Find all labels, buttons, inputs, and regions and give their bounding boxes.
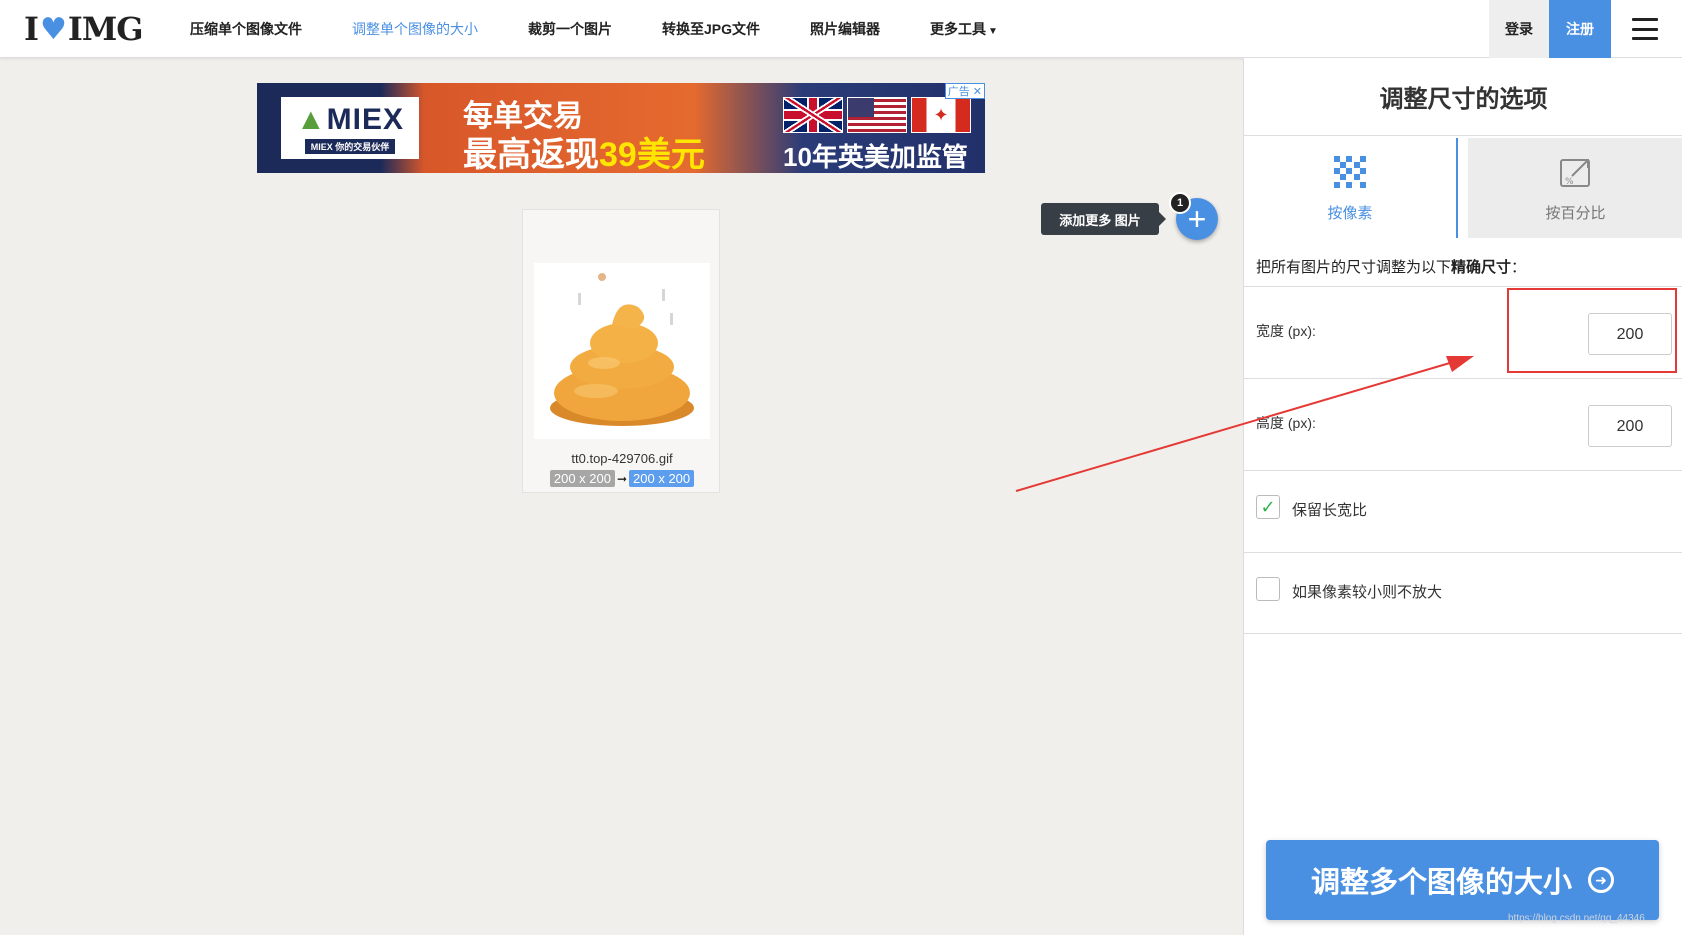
ad-headline-2-prefix: 最高返现: [463, 136, 599, 173]
caret-down-icon: ▼: [988, 26, 998, 37]
ad-brand-sub: MIEX 你的交易伙伴: [304, 138, 396, 154]
width-label: 宽度 (px):: [1256, 323, 1316, 339]
logo-text-i: I: [24, 10, 39, 48]
resize-instruction: 把所有图片的尺寸调整为以下精确尺寸：: [1256, 256, 1526, 277]
ad-brand-logo: ▲MIEX MIEX 你的交易伙伴: [281, 97, 419, 159]
ad-brand-name: MIEX: [326, 102, 405, 136]
resize-images-button[interactable]: 调整多个图像的大小 ➜: [1266, 840, 1659, 920]
instruction-prefix: 把所有图片的尺寸调整为以下: [1256, 259, 1452, 276]
top-header: I ♥ IMG 压缩单个图像文件 调整单个图像的大小 裁剪一个图片 转换至JPG…: [0, 0, 1682, 58]
nav-more-tools-label: 更多工具: [930, 21, 987, 37]
triangle-logo-icon: ▲: [295, 102, 327, 136]
ad-headline-2-highlight: 39美元: [599, 136, 705, 173]
nav-resize[interactable]: 调整单个图像的大小: [352, 19, 478, 39]
arrow-right-icon: ➞: [616, 471, 628, 486]
ad-badge[interactable]: 广告 ✕: [944, 83, 985, 99]
new-size-badge: 200 x 200: [629, 470, 695, 487]
keep-ratio-label[interactable]: 保留长宽比: [1292, 499, 1367, 520]
resize-images-button-label: 调整多个图像的大小: [1310, 867, 1572, 899]
arrow-circle-right-icon: ➜: [1588, 867, 1614, 893]
keep-ratio-row: ✓ 保留长宽比: [1244, 470, 1682, 552]
file-dimensions: 200 x 200 ➞ 200 x 200: [523, 470, 721, 487]
options-sidebar: 调整尺寸的选项 按像素 % 按百分比 把所有图片的尺寸调整为以下精确尺寸： 宽度…: [1243, 58, 1682, 935]
uk-flag-icon: [783, 97, 843, 133]
watermark-text: https://blog.csdn.net/qq_44346...: [1508, 913, 1654, 924]
ad-headline-2: 最高返现39美元: [463, 127, 705, 173]
ilovimg-logo[interactable]: I ♥ IMG: [24, 10, 144, 48]
nav-compress[interactable]: 压缩单个图像文件: [190, 19, 302, 39]
no-enlarge-label[interactable]: 如果像素较小则不放大: [1292, 581, 1442, 602]
tab-by-pixels[interactable]: 按像素: [1244, 138, 1458, 238]
login-button[interactable]: 登录: [1489, 0, 1549, 58]
close-icon[interactable]: ✕: [973, 85, 982, 98]
file-count-badge: 1: [1169, 192, 1191, 214]
instruction-bold: 精确尺寸: [1451, 259, 1512, 276]
logo-text-img: IMG: [67, 10, 144, 48]
file-name: tt0.top-429706.gif: [571, 451, 673, 466]
ad-headline-3: 10年英美加监管: [783, 142, 968, 172]
plus-icon: +: [1187, 201, 1207, 237]
poop-emoji-image: [550, 273, 694, 426]
ad-badge-label: 广告: [947, 86, 970, 98]
checkmark-icon: ✓: [1260, 496, 1276, 517]
tab-by-percentage-label: 按百分比: [1545, 204, 1606, 222]
svg-text:%: %: [1565, 177, 1574, 187]
nav-crop[interactable]: 裁剪一个图片: [528, 19, 612, 39]
instruction-suffix: ：: [1511, 259, 1527, 276]
no-enlarge-row: 如果像素较小则不放大: [1244, 552, 1682, 634]
us-flag-icon: [847, 97, 907, 133]
register-button[interactable]: 注册: [1549, 0, 1611, 58]
heart-icon: ♥: [39, 11, 67, 47]
tab-by-pixels-label: 按像素: [1327, 204, 1373, 222]
percent-resize-icon: %: [1559, 158, 1590, 187]
annotation-highlight-box: [1507, 288, 1677, 373]
hamburger-menu-icon[interactable]: [1632, 18, 1658, 40]
file-card[interactable]: tt0.top-429706.gif 200 x 200 ➞ 200 x 200: [522, 209, 720, 493]
keep-ratio-checkbox[interactable]: ✓: [1256, 495, 1280, 519]
original-size-badge: 200 x 200: [549, 470, 615, 487]
pixels-grid-icon: [1334, 155, 1366, 188]
main-nav: 压缩单个图像文件 调整单个图像的大小 裁剪一个图片 转换至JPG文件 照片编辑器…: [190, 0, 1048, 58]
nav-more-tools[interactable]: 更多工具 ▼: [930, 19, 998, 39]
no-enlarge-checkbox[interactable]: [1256, 577, 1280, 601]
tab-by-percentage[interactable]: % 按百分比: [1468, 138, 1682, 238]
canada-flag-icon: ✦: [911, 97, 971, 133]
ad-banner[interactable]: ▲MIEX MIEX 你的交易伙伴 每单交易 最高返现39美元 ✦ 10年英美加…: [257, 83, 985, 173]
height-input[interactable]: 200: [1588, 405, 1672, 447]
nav-convert-jpg[interactable]: 转换至JPG文件: [662, 19, 760, 39]
sidebar-title: 调整尺寸的选项: [1244, 58, 1682, 136]
height-label: 高度 (px):: [1256, 415, 1316, 431]
height-row: 高度 (px): 200: [1244, 378, 1682, 470]
image-thumbnail: [534, 263, 710, 439]
add-more-tooltip: 添加更多 图片: [1041, 203, 1166, 235]
nav-photo-editor[interactable]: 照片编辑器: [810, 19, 880, 39]
